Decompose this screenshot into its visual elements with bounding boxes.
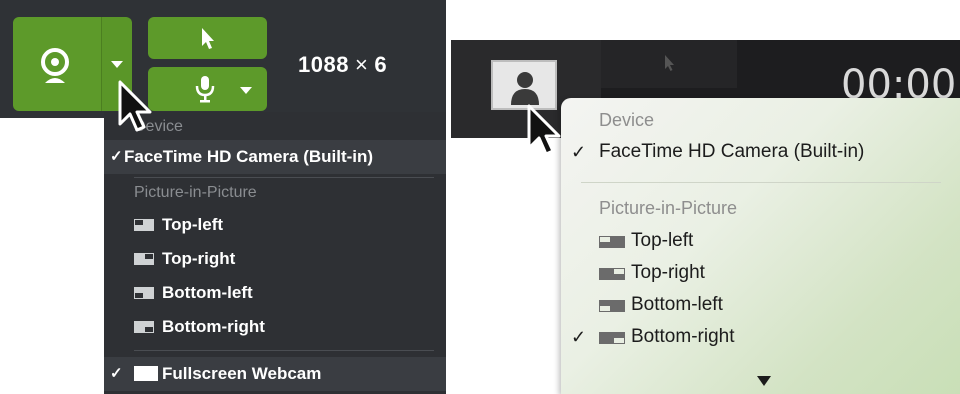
left-screenshot: 1088 × 6 Device ✓ FaceTime HD Camera (Buil… [0, 0, 446, 394]
fullscreen-label: Fullscreen Webcam [162, 364, 322, 383]
pip-label: Bottom-right [162, 317, 265, 336]
dimension-height[interactable]: 6 [374, 52, 387, 77]
pip-top-right-icon [599, 268, 625, 280]
device-header: Device [599, 110, 655, 130]
pip-label: Top-right [162, 249, 236, 268]
webcam-toggle-button[interactable] [491, 60, 557, 110]
pip-label: Bottom-right [631, 326, 735, 347]
webcam-dropdown-menu-light: Device ✓ FaceTime HD Camera (Built-in) P… [561, 98, 960, 394]
menu-item-bottom-left[interactable]: Bottom-left [561, 289, 960, 321]
scroll-down-arrow-icon[interactable] [757, 376, 771, 386]
pip-bottom-left-icon [134, 287, 154, 299]
checkmark-icon: ✓ [571, 142, 587, 162]
device-label: FaceTime HD Camera (Built-in) [124, 147, 374, 166]
pip-bottom-left-icon [599, 300, 625, 312]
recorder-toolbar: 1088 × 6 [0, 0, 446, 118]
menu-item-device[interactable]: ✓ FaceTime HD Camera (Built-in) [104, 140, 446, 174]
divider [581, 182, 941, 183]
chevron-down-icon [111, 61, 123, 68]
menu-item-top-right[interactable]: Top-right [104, 242, 446, 276]
pointer-icon [202, 28, 214, 49]
webcam-dropdown-menu: Device ✓ FaceTime HD Camera (Built-in) P… [104, 112, 446, 394]
microphone-toggle-button[interactable] [148, 67, 267, 111]
webcam-toggle-button[interactable] [13, 17, 101, 111]
fullscreen-icon [134, 366, 158, 381]
dimension-width[interactable]: 1088 [298, 52, 349, 77]
pip-label: Bottom-left [631, 294, 723, 315]
divider [134, 177, 434, 178]
pointer-icon [665, 55, 674, 71]
pip-top-right-icon [134, 253, 154, 265]
pip-top-left-icon [134, 219, 154, 231]
checkmark-icon: ✓ [571, 327, 587, 347]
microphone-icon [195, 76, 215, 103]
pip-label: Top-right [631, 262, 705, 283]
menu-item-top-left[interactable]: Top-left [104, 208, 446, 242]
cursor-toggle-button[interactable] [148, 17, 267, 59]
person-icon [511, 72, 539, 105]
menu-item-device[interactable]: ✓ FaceTime HD Camera (Built-in) [561, 136, 960, 168]
divider [134, 350, 434, 351]
pip-bottom-right-icon [134, 321, 154, 333]
menu-item-fullscreen-webcam[interactable]: ✓ Fullscreen Webcam [104, 357, 446, 391]
pip-label: Top-left [162, 215, 224, 234]
recording-dimensions: 1088 × 6 [298, 52, 387, 78]
mouse-cursor-icon [527, 104, 561, 156]
menu-item-bottom-left[interactable]: Bottom-left [104, 276, 446, 310]
menu-item-bottom-right[interactable]: ✓ Bottom-right [561, 321, 960, 353]
times-glyph: × [354, 52, 369, 77]
cursor-toggle-button[interactable] [601, 40, 737, 88]
right-screenshot: 00:00 Device ✓ FaceTime HD Camera (Built… [451, 0, 960, 394]
pip-header: Picture-in-Picture [599, 198, 738, 218]
mouse-cursor-icon [118, 80, 152, 132]
chevron-down-icon[interactable] [240, 87, 252, 94]
pip-label: Bottom-left [162, 283, 253, 302]
checkmark-icon: ✓ [110, 365, 123, 382]
checkmark-icon: ✓ [110, 148, 123, 165]
device-label: FaceTime HD Camera (Built-in) [599, 141, 865, 162]
pip-bottom-right-icon [599, 332, 625, 344]
menu-item-bottom-right[interactable]: Bottom-right [104, 310, 446, 344]
menu-item-top-right[interactable]: Top-right [561, 257, 960, 289]
menu-item-top-left[interactable]: Top-left [561, 225, 960, 257]
webcam-icon [41, 48, 69, 83]
pip-top-left-icon [599, 236, 625, 248]
pip-header: Picture-in-Picture [134, 184, 257, 201]
pip-label: Top-left [631, 230, 694, 251]
